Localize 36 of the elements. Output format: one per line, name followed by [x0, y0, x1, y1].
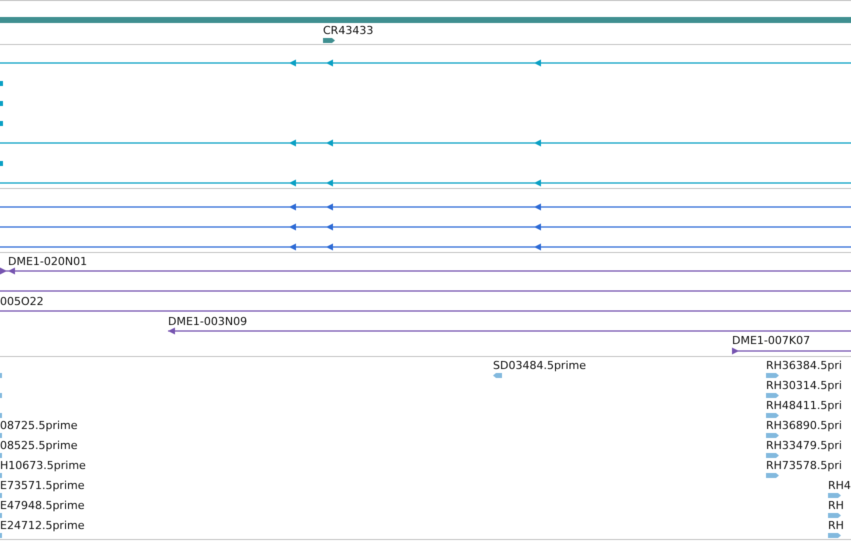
feature-label: RH36384.5pri	[766, 359, 842, 372]
feature-label: RH	[828, 519, 844, 532]
feature-label: RH36890.5pri	[766, 419, 842, 432]
feature-arrow-icon	[766, 413, 779, 418]
feature-label: 08525.5prime	[0, 439, 78, 452]
feature-label: RH30314.5pri	[766, 379, 842, 392]
feature-label: E47948.5prime	[0, 499, 84, 512]
feature-block	[0, 121, 3, 126]
feature-label: CR43433	[323, 24, 374, 37]
feature-label: RH48411.5pri	[766, 399, 842, 412]
feature-label: RH	[828, 499, 844, 512]
feature-block	[0, 161, 3, 166]
feature-label: E24712.5prime	[0, 519, 84, 532]
feature-label: DME1-003N09	[168, 315, 248, 328]
feature-label: 08725.5prime	[0, 419, 78, 432]
feature-arrow-icon	[766, 373, 779, 378]
feature-arrow-icon	[766, 453, 779, 458]
feature-label: H10673.5prime	[0, 459, 86, 472]
feature-label: RH33479.5pri	[766, 439, 842, 452]
feature-arrow-icon	[828, 533, 841, 538]
feature-label: DME1-020N01	[8, 255, 88, 268]
feature-label: SD03484.5prime	[493, 359, 586, 372]
feature-label: E73571.5prime	[0, 479, 84, 492]
feature-arrow-icon	[828, 513, 841, 518]
feature-arrow-icon	[766, 433, 779, 438]
feature-arrow-icon	[766, 393, 779, 398]
feature-label: RH4	[828, 479, 851, 492]
feature-arrow-icon	[493, 373, 502, 378]
feature-label: DME1-007K07	[732, 334, 810, 347]
feature-block	[0, 101, 3, 106]
feature-arrow-icon	[828, 493, 841, 498]
feature-label: RH73578.5pri	[766, 459, 842, 472]
feature-arrow-icon	[323, 38, 335, 43]
feature-block	[0, 81, 3, 86]
feature-arrow-icon	[766, 473, 779, 478]
feature-label: 005O22	[0, 295, 44, 308]
